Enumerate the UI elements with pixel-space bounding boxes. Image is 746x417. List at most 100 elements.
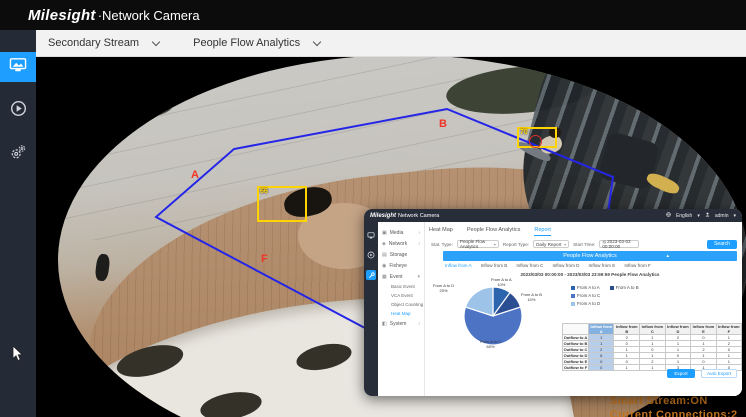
subtab-inflow-c[interactable]: Inflow from C bbox=[516, 263, 543, 268]
globe-icon bbox=[666, 212, 671, 219]
start-time-value: 2023-03-03 00:00:00 bbox=[602, 239, 630, 249]
pie-label: From A to A10% bbox=[491, 277, 512, 287]
nav-item-fisheye[interactable]: ◉ Fisheye bbox=[378, 260, 424, 271]
chevron-down-icon: ▾ bbox=[494, 242, 496, 247]
chevron-down-icon: ▾ bbox=[564, 242, 566, 247]
tab-report[interactable]: Report bbox=[534, 227, 551, 236]
stat-type-select[interactable]: People Flow Analytics▾ bbox=[457, 240, 499, 248]
subtab-inflow-b[interactable]: Inflow from B bbox=[481, 263, 508, 268]
popup-icon-strip bbox=[364, 222, 378, 396]
mouse-cursor bbox=[12, 346, 23, 367]
pie-label: From A to D20% bbox=[433, 283, 454, 293]
pie-label: From A to B10% bbox=[521, 292, 542, 302]
panel-header[interactable]: People Flow Analytics ▴ bbox=[443, 251, 737, 261]
detection-id: 66 bbox=[260, 188, 268, 195]
region-label-f: F bbox=[261, 253, 268, 265]
network-icon: ◈ bbox=[382, 241, 386, 247]
row-header: Outflow to A bbox=[563, 335, 589, 341]
playback-icon bbox=[10, 100, 27, 122]
expand-icon: › bbox=[418, 321, 420, 327]
row-header: Outflow to D bbox=[563, 353, 589, 359]
start-time-input[interactable]: ▦2023-03-03 00:00:00 bbox=[599, 240, 639, 248]
pie-label: From A to C60% bbox=[480, 339, 501, 349]
popup-settings-icon[interactable] bbox=[366, 270, 376, 280]
legend-swatch bbox=[571, 302, 575, 306]
inflow-subtabs: Inflow from A Inflow from B Inflow from … bbox=[445, 263, 651, 268]
popup-content: Heat Map People Flow Analytics Report St… bbox=[425, 222, 742, 396]
legend-item: From A to B bbox=[610, 285, 639, 290]
stat-type-label: Stat. Type: bbox=[431, 242, 453, 247]
filter-row: Stat. Type: People Flow Analytics▾ Repor… bbox=[431, 239, 737, 249]
subtab-inflow-e[interactable]: Inflow from E bbox=[589, 263, 616, 268]
chevron-down-icon bbox=[152, 37, 160, 45]
start-time-label: Start Time: bbox=[573, 242, 595, 247]
mode-select[interactable]: People Flow Analytics bbox=[193, 37, 320, 49]
nav-item-network[interactable]: ◈ Network › bbox=[378, 238, 424, 249]
expand-icon: ▾ bbox=[417, 274, 420, 280]
stat-type-value: People Flow Analytics bbox=[460, 239, 494, 249]
sidebar-item-settings[interactable] bbox=[0, 140, 36, 170]
popup-nav: ▣ Media › ◈ Network › ▤ Storage ◉ Fishey… bbox=[378, 222, 425, 396]
osd-connections: Current Connections:2 bbox=[610, 409, 738, 417]
subtab-inflow-d[interactable]: Inflow from D bbox=[552, 263, 579, 268]
subtab-inflow-f[interactable]: Inflow from F bbox=[624, 263, 651, 268]
chevron-down-icon: ▾ bbox=[697, 213, 700, 219]
brand-logo: Milesight bbox=[28, 7, 96, 24]
subtab-inflow-a[interactable]: Inflow from A bbox=[445, 263, 472, 268]
pie-legend: From A to A From A to B From A to C From… bbox=[571, 285, 639, 309]
col-header: Inflow from D bbox=[665, 324, 691, 335]
auto-export-button[interactable]: Auto Export bbox=[701, 369, 737, 378]
nav-item-object-counting[interactable]: Object Counting bbox=[378, 300, 424, 309]
legend-swatch bbox=[571, 286, 575, 290]
tab-people-flow-analytics[interactable]: People Flow Analytics bbox=[467, 227, 521, 236]
tab-heat-map[interactable]: Heat Map bbox=[429, 227, 453, 236]
system-icon: ◧ bbox=[382, 321, 387, 327]
expand-icon: › bbox=[418, 241, 420, 247]
screen: Milesight ·Network Camera Secondary Stre… bbox=[0, 0, 746, 417]
head-marker-circle bbox=[529, 135, 542, 148]
sidebar-item-playback[interactable] bbox=[0, 96, 36, 126]
popup-live-view-icon[interactable] bbox=[366, 230, 376, 240]
nav-item-event[interactable]: ▦ Event ▾ bbox=[378, 271, 424, 282]
popup-titlebar: Milesight Network Camera English ▾ admin… bbox=[364, 209, 742, 222]
export-button[interactable]: Export bbox=[667, 369, 695, 378]
col-header: Inflow from C bbox=[640, 324, 666, 335]
row-header: Outflow to E bbox=[563, 359, 589, 365]
region-label-a: A bbox=[191, 169, 199, 181]
stream-select[interactable]: Secondary Stream bbox=[48, 37, 159, 49]
fisheye-icon: ◉ bbox=[382, 263, 386, 269]
storage-icon: ▤ bbox=[382, 252, 387, 258]
report-type-select[interactable]: Daily Report▾ bbox=[533, 240, 569, 248]
user-menu[interactable]: admin bbox=[715, 213, 729, 219]
report-title: 2023/03/03 00:00:00 - 2023/03/03 23:59:5… bbox=[443, 272, 737, 277]
popup-product-name: Network Camera bbox=[398, 213, 439, 219]
nav-item-heat-map[interactable]: Heat Map bbox=[378, 309, 424, 318]
popup-tabs: Heat Map People Flow Analytics Report bbox=[429, 227, 551, 236]
col-header: Inflow from B bbox=[614, 324, 640, 335]
sidebar-item-live-view[interactable] bbox=[0, 52, 36, 82]
nav-item-storage[interactable]: ▤ Storage bbox=[378, 249, 424, 260]
user-icon bbox=[705, 212, 710, 219]
panel-title: People Flow Analytics bbox=[563, 253, 617, 259]
expand-icon: › bbox=[418, 230, 420, 236]
nav-item-basic-event[interactable]: Basic Event bbox=[378, 282, 424, 291]
search-button[interactable]: Search bbox=[707, 240, 737, 249]
language-select[interactable]: English bbox=[676, 213, 692, 219]
legend-item: From A to D bbox=[571, 301, 600, 306]
chevron-down-icon: ▾ bbox=[733, 213, 736, 219]
nav-item-media[interactable]: ▣ Media › bbox=[378, 227, 424, 238]
popup-playback-icon[interactable] bbox=[366, 250, 376, 260]
collapse-icon: ▴ bbox=[666, 253, 669, 259]
col-header: Inflow from A bbox=[589, 324, 614, 335]
col-header: Inflow from E bbox=[691, 324, 716, 335]
nav-label: Network bbox=[389, 241, 407, 247]
stream-select-value: Secondary Stream bbox=[48, 37, 139, 49]
nav-label: Media bbox=[390, 230, 404, 236]
row-header: Outflow to B bbox=[563, 341, 589, 347]
nav-label: Fisheye bbox=[389, 263, 407, 269]
nav-item-system[interactable]: ◧ System › bbox=[378, 318, 424, 329]
legend-item: From A to C bbox=[571, 293, 600, 298]
product-name: ·Network Camera bbox=[98, 8, 200, 23]
nav-label: System bbox=[390, 321, 407, 327]
nav-item-vca-event[interactable]: VCA Event bbox=[378, 291, 424, 300]
